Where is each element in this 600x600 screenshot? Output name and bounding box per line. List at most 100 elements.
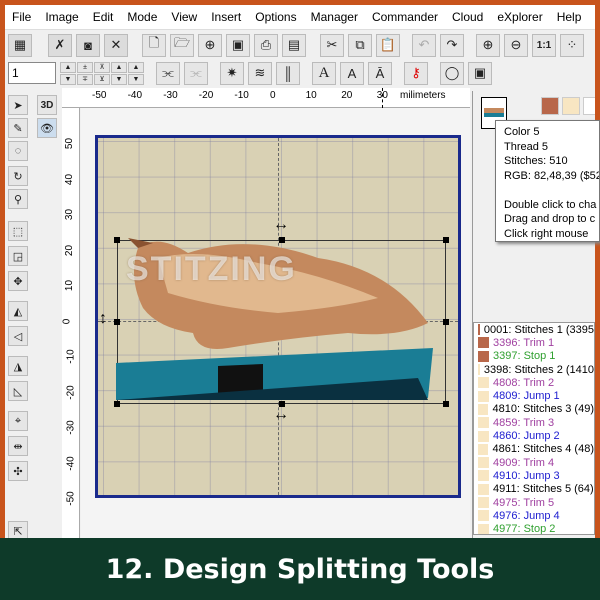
stitch-list-item[interactable]: 4860: Jump 2 xyxy=(474,429,594,442)
align-icon[interactable]: ⇹ xyxy=(8,436,28,456)
menu-item[interactable]: Help xyxy=(550,10,589,24)
move-icon[interactable]: ✥ xyxy=(8,271,28,291)
menu-item[interactable]: Edit xyxy=(86,10,121,24)
slant-icon[interactable]: ◺ xyxy=(8,381,28,401)
down-x-icon[interactable]: ▼ xyxy=(128,73,144,85)
zoom-out-icon[interactable]: ⊖ xyxy=(504,33,528,57)
distribute-icon[interactable]: ✣ xyxy=(8,461,28,481)
mirror-v-icon[interactable]: ◁ xyxy=(8,326,28,346)
up-step-icon[interactable]: ± xyxy=(77,61,93,73)
menu-item[interactable]: eXplorer xyxy=(490,10,549,24)
text-icon[interactable]: A xyxy=(312,61,336,85)
menu-item[interactable]: Image xyxy=(38,10,85,24)
menu-item[interactable]: Cloud xyxy=(445,10,490,24)
dog-embroidery-design[interactable] xyxy=(98,138,464,501)
up-top-icon[interactable]: ⊼ xyxy=(94,61,110,73)
down-bottom-icon[interactable]: ⊻ xyxy=(94,73,110,85)
columns-icon[interactable]: ║ xyxy=(276,61,300,85)
stitch-list-item[interactable]: 4809: Jump 1 xyxy=(474,389,594,402)
down-arrow-icon[interactable]: ▼ xyxy=(60,73,76,85)
stitch-list-item[interactable]: 4975: Trim 5 xyxy=(474,496,594,509)
up-color-icon[interactable]: ▲ xyxy=(111,61,127,73)
mirror-h-icon[interactable]: ◭ xyxy=(8,301,28,321)
menu-item[interactable]: Options xyxy=(248,10,303,24)
cancel-stitch-icon[interactable]: ✕ xyxy=(104,33,128,57)
stitch-list-item[interactable]: 3396: Trim 1 xyxy=(474,336,594,349)
text-outline-icon[interactable]: Ā xyxy=(368,61,392,85)
density-icon[interactable]: ≋ xyxy=(248,61,272,85)
menu-item[interactable]: Commander xyxy=(365,10,445,24)
stitch-list-item[interactable]: 4911: Stitches 5 (64) xyxy=(474,483,594,496)
stitch-list-item[interactable]: 4976: Jump 4 xyxy=(474,509,594,522)
skew-icon[interactable]: ◮ xyxy=(8,356,28,376)
shape-icon[interactable]: ◯ xyxy=(440,61,464,85)
menu-item[interactable]: Insert xyxy=(204,10,248,24)
ruler-tick-label: -40 xyxy=(65,455,77,471)
pointer-extra-icon[interactable]: ⇱ xyxy=(8,521,28,538)
stitch-list-item[interactable]: 4910: Jump 3 xyxy=(474,469,594,482)
menu-item[interactable]: File xyxy=(5,10,38,24)
text-edit-icon[interactable]: A xyxy=(340,61,364,85)
up-x-icon[interactable]: ▲ xyxy=(128,61,144,73)
key-icon[interactable]: ⚷ xyxy=(404,61,428,85)
hoop-area: STITZING xyxy=(95,135,461,498)
split-icon[interactable]: ⫘ xyxy=(156,61,180,85)
zoom-fit-icon[interactable]: ⁘ xyxy=(560,33,584,57)
new-file-icon[interactable]: 🗋 xyxy=(142,33,166,57)
join-icon[interactable]: ⫘ xyxy=(184,61,208,85)
stitch-list-item[interactable]: 4977: Stop 2 xyxy=(474,522,594,534)
stitch-list-item[interactable]: 4810: Stitches 3 (49) xyxy=(474,403,594,416)
save-icon[interactable]: ▣ xyxy=(226,33,250,57)
copy-icon[interactable]: ⧉ xyxy=(348,33,372,57)
paste-icon[interactable]: 📋 xyxy=(376,33,400,57)
rect-select-icon[interactable]: ⬚ xyxy=(8,221,28,241)
ruler-tick-label: -50 xyxy=(65,491,77,506)
select-arrow-icon[interactable]: ➤ xyxy=(8,95,28,115)
zoom-in-icon[interactable]: ⊕ xyxy=(476,33,500,57)
stitch-number-input[interactable] xyxy=(8,62,56,84)
undo-icon[interactable]: ↶ xyxy=(412,33,436,57)
stitch-list-item[interactable]: 0001: Stitches 1 (3395 xyxy=(474,323,594,336)
down-step-icon[interactable]: ∓ xyxy=(77,73,93,85)
stitch-list-item[interactable]: 4909: Trim 4 xyxy=(474,456,594,469)
redo-icon[interactable]: ↷ xyxy=(440,33,464,57)
camera-icon[interactable]: ◙ xyxy=(76,33,100,57)
magic-icon[interactable]: ✷ xyxy=(220,61,244,85)
center-icon[interactable]: ⌖ xyxy=(8,411,28,431)
color-swatch[interactable] xyxy=(583,97,595,115)
cut-icon[interactable]: ✂ xyxy=(320,33,344,57)
add-folder-icon[interactable]: ⊕ xyxy=(198,33,222,57)
rotate-icon[interactable]: ↻ xyxy=(8,166,28,186)
lasso-icon[interactable]: ✎ xyxy=(8,118,28,138)
down-color-icon[interactable]: ▼ xyxy=(111,73,127,85)
stitch-list-item[interactable]: 3397: Stop 1 xyxy=(474,350,594,363)
menu-item[interactable]: View xyxy=(164,10,204,24)
stitch-list[interactable]: 0001: Stitches 1 (3395 3396: Trim 1 3397: … xyxy=(473,322,595,535)
magnifier-icon[interactable]: ⚲ xyxy=(8,189,28,209)
stitch-tool-icon[interactable]: ✗ xyxy=(48,33,72,57)
view-icon[interactable]: 👁 xyxy=(37,118,57,138)
stitch-list-text: 4976: Jump 4 xyxy=(493,509,560,522)
color-swatch xyxy=(478,523,489,534)
menu-item[interactable]: Manager xyxy=(304,10,365,24)
zoom-1-1-icon[interactable]: 1:1 xyxy=(532,33,556,57)
color-swatch[interactable] xyxy=(541,97,559,115)
design-canvas[interactable]: STITZING ↔ ↔ ↕ xyxy=(81,108,470,538)
stitch-list-item[interactable]: 4861: Stitches 4 (48) xyxy=(474,443,594,456)
save-stitch-icon[interactable]: ▣ xyxy=(468,61,492,85)
open-folder-icon[interactable]: 🗁 xyxy=(170,33,194,57)
stitch-list-item[interactable]: 4808: Trim 2 xyxy=(474,376,594,389)
properties-icon[interactable]: ▤ xyxy=(282,33,306,57)
resize-icon[interactable]: ◲ xyxy=(8,246,28,266)
stitch-list-item[interactable]: 3398: Stitches 2 (1410 xyxy=(474,363,594,376)
menu-item[interactable]: Options xyxy=(588,10,595,24)
color-swatch xyxy=(478,443,489,455)
up-arrow-icon[interactable]: ▲ xyxy=(60,61,76,73)
3d-toggle[interactable]: 3D xyxy=(37,95,57,115)
freehand-select-icon[interactable]: ◌ xyxy=(8,141,28,161)
machine-icon[interactable]: ▦ xyxy=(8,33,32,57)
color-swatch[interactable] xyxy=(562,97,580,115)
stitch-list-item[interactable]: 4859: Trim 3 xyxy=(474,416,594,429)
menu-item[interactable]: Mode xyxy=(120,10,164,24)
print-icon[interactable]: ⎙ xyxy=(254,33,278,57)
